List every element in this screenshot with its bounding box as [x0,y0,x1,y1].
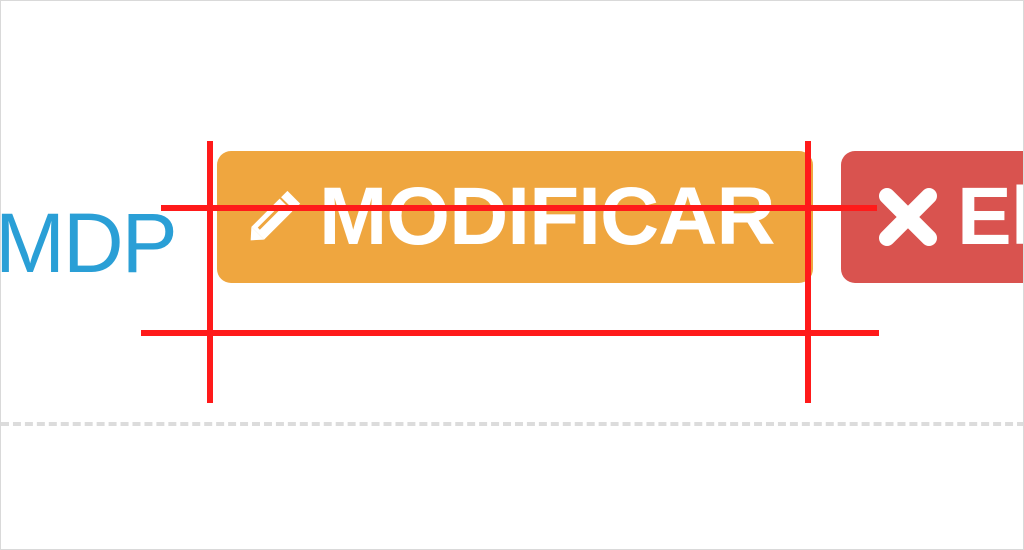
guide-line-horizontal-mid [161,205,877,211]
screenshot-canvas: MDP MODIFICAR El [0,0,1024,550]
modify-button-label: MODIFICAR [319,171,776,262]
guide-line-vertical-right [805,141,811,403]
close-icon [875,184,941,250]
guide-line-vertical-left [207,141,213,403]
modify-button[interactable]: MODIFICAR [217,151,813,283]
mdp-link[interactable]: MDP [1,193,178,293]
dashed-divider [1,422,1023,426]
guide-line-horizontal-low [141,330,879,336]
pencil-icon [241,184,307,250]
delete-button-label: El [957,171,1023,262]
delete-button[interactable]: El [841,151,1023,283]
